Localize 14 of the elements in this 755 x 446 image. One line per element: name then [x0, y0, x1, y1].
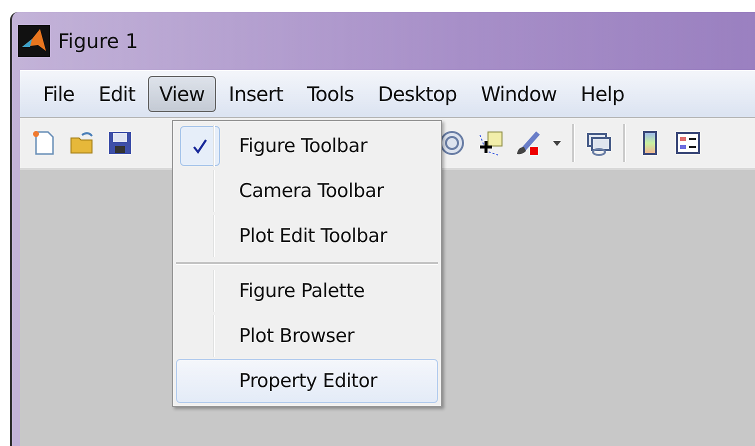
menu-option[interactable]: Figure Palette — [176, 269, 438, 313]
menu-option[interactable]: Plot Browser — [176, 314, 438, 358]
menu-option[interactable]: Camera Toolbar — [176, 169, 438, 213]
menu-item[interactable]: File — [32, 76, 86, 112]
menu-item[interactable]: Window — [470, 76, 568, 112]
menu-item[interactable]: Help — [570, 76, 636, 112]
menu-item[interactable]: Insert — [218, 76, 294, 112]
menu-item[interactable]: Tools — [296, 76, 365, 112]
window-title: Figure 1 — [58, 29, 138, 53]
menu-option[interactable]: Property Editor — [176, 359, 438, 403]
menu-item[interactable]: Edit — [87, 76, 146, 112]
menu-item[interactable]: View — [148, 76, 216, 112]
menu-option[interactable]: Plot Edit Toolbar — [176, 214, 438, 258]
menu-item[interactable]: Desktop — [366, 76, 468, 112]
